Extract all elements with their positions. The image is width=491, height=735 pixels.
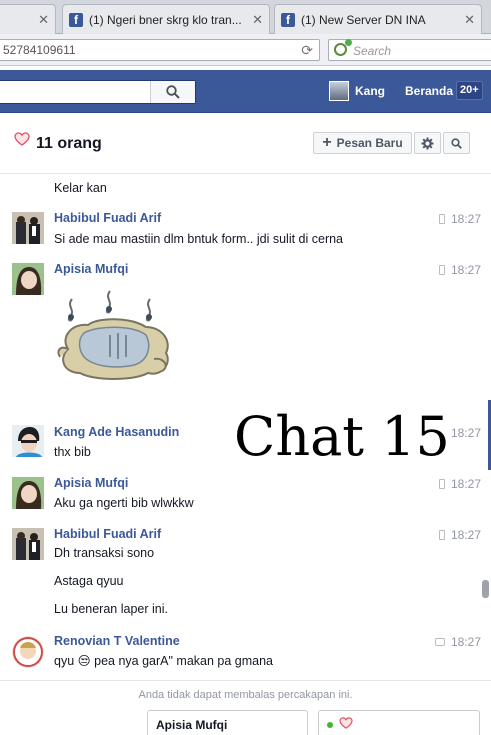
message-text: Aku ga ngerti bib wlwkkw bbox=[54, 496, 194, 510]
avatar[interactable] bbox=[12, 636, 44, 668]
user-profile-link[interactable]: Kang bbox=[355, 84, 385, 98]
chat-tab[interactable]: Apisia Mufqi bbox=[147, 710, 308, 735]
new-message-label: Pesan Baru bbox=[336, 136, 403, 150]
mobile-icon bbox=[438, 530, 445, 540]
sender-name[interactable]: Habibul Fuadi Arif bbox=[54, 211, 161, 225]
avatar[interactable] bbox=[12, 425, 44, 457]
search-icon bbox=[166, 85, 180, 99]
close-tab-icon[interactable]: ✕ bbox=[246, 12, 263, 28]
facebook-search-input[interactable] bbox=[0, 80, 196, 104]
browser-tab-0[interactable]: ✕ bbox=[0, 4, 56, 34]
mobile-icon bbox=[438, 214, 445, 224]
reload-icon[interactable]: ⟳ bbox=[301, 42, 313, 59]
search-engine-icon[interactable] bbox=[334, 39, 352, 56]
browser-tab-1[interactable]: f (1) Ngeri bner skrg klo tran... ✕ bbox=[62, 4, 270, 34]
message-time: 18:27 bbox=[450, 426, 481, 440]
sender-name[interactable]: Renovian T Valentine bbox=[54, 634, 180, 648]
close-tab-icon[interactable]: ✕ bbox=[458, 12, 475, 28]
chat-tab-label: Apisia Mufqi bbox=[156, 718, 228, 732]
sender-name[interactable]: Apisia Mufqi bbox=[54, 476, 128, 490]
avatar[interactable] bbox=[12, 477, 44, 509]
browser-navbar: 52784109611 ⟳ Search bbox=[0, 34, 491, 66]
message-time: 18:27 bbox=[438, 212, 481, 226]
message-time: 18:27 bbox=[438, 477, 481, 491]
new-message-button[interactable]: + Pesan Baru bbox=[313, 132, 412, 154]
browser-search-input[interactable]: Search bbox=[328, 39, 491, 61]
heart-icon bbox=[339, 717, 353, 729]
scrollbar-thumb[interactable] bbox=[482, 580, 489, 598]
browser-tab-2[interactable]: f (1) New Server DN INA ✕ bbox=[274, 4, 482, 34]
facebook-favicon-icon: f bbox=[281, 12, 295, 27]
close-tab-icon[interactable]: ✕ bbox=[32, 12, 49, 28]
message-text: qyu 😒 pea nya garA" makan pa gmana bbox=[54, 654, 273, 668]
mobile-icon bbox=[438, 265, 445, 275]
search-icon bbox=[451, 137, 462, 149]
mobile-icon bbox=[438, 479, 445, 489]
url-text: 52784109611 bbox=[3, 43, 76, 57]
settings-button[interactable] bbox=[414, 132, 441, 154]
search-placeholder: Search bbox=[353, 44, 392, 58]
sender-name[interactable]: Kang Ade Hasanudin bbox=[54, 425, 179, 439]
browser-tab-strip: ✕ f (1) Ngeri bner skrg klo tran... ✕ f … bbox=[0, 0, 491, 34]
home-link[interactable]: Beranda bbox=[405, 84, 453, 98]
reply-disabled-notice: Anda tidak dapat membalas percakapan ini… bbox=[0, 680, 491, 710]
sleeping-cat-sticker bbox=[57, 290, 169, 380]
avatar[interactable] bbox=[12, 528, 44, 560]
search-conversation-button[interactable] bbox=[443, 132, 470, 154]
heart-icon bbox=[14, 132, 30, 146]
message-time: 18:27 bbox=[438, 528, 481, 542]
chat-icon bbox=[434, 638, 445, 646]
user-avatar[interactable] bbox=[329, 81, 349, 101]
message-text: Lu beneran laper ini. bbox=[54, 602, 168, 616]
plus-icon: + bbox=[322, 134, 332, 151]
message-time: 18:27 bbox=[438, 263, 481, 277]
avatar[interactable] bbox=[12, 212, 44, 244]
address-bar[interactable]: 52784109611 ⟳ bbox=[0, 39, 320, 61]
sender-name[interactable]: Habibul Fuadi Arif bbox=[54, 527, 161, 541]
chat-number-overlay: Chat 15 bbox=[234, 405, 450, 468]
message-text: Kelar kan bbox=[54, 181, 107, 195]
gear-icon bbox=[421, 137, 434, 149]
avatar[interactable] bbox=[12, 263, 44, 295]
message-time: 18:27 bbox=[434, 635, 481, 649]
message-text: Astaga qyuu bbox=[54, 574, 124, 588]
facebook-search-button[interactable] bbox=[150, 81, 195, 103]
sender-name[interactable]: Apisia Mufqi bbox=[54, 262, 128, 276]
home-notification-badge: 20+ bbox=[456, 81, 483, 100]
facebook-favicon-icon: f bbox=[69, 12, 83, 27]
online-status-icon bbox=[327, 722, 333, 728]
message-text: Dh transaksi sono bbox=[54, 546, 155, 560]
message-text: Si ade mau mastiin dlm bntuk form.. jdi … bbox=[54, 232, 344, 246]
chat-tab[interactable] bbox=[318, 710, 480, 735]
conversation-header: 11 orang + Pesan Baru bbox=[0, 114, 491, 174]
conversation-members-count[interactable]: 11 orang bbox=[36, 135, 102, 153]
message-text: thx bib bbox=[54, 445, 91, 459]
facebook-top-bar: Kang Beranda 20+ bbox=[0, 70, 491, 113]
